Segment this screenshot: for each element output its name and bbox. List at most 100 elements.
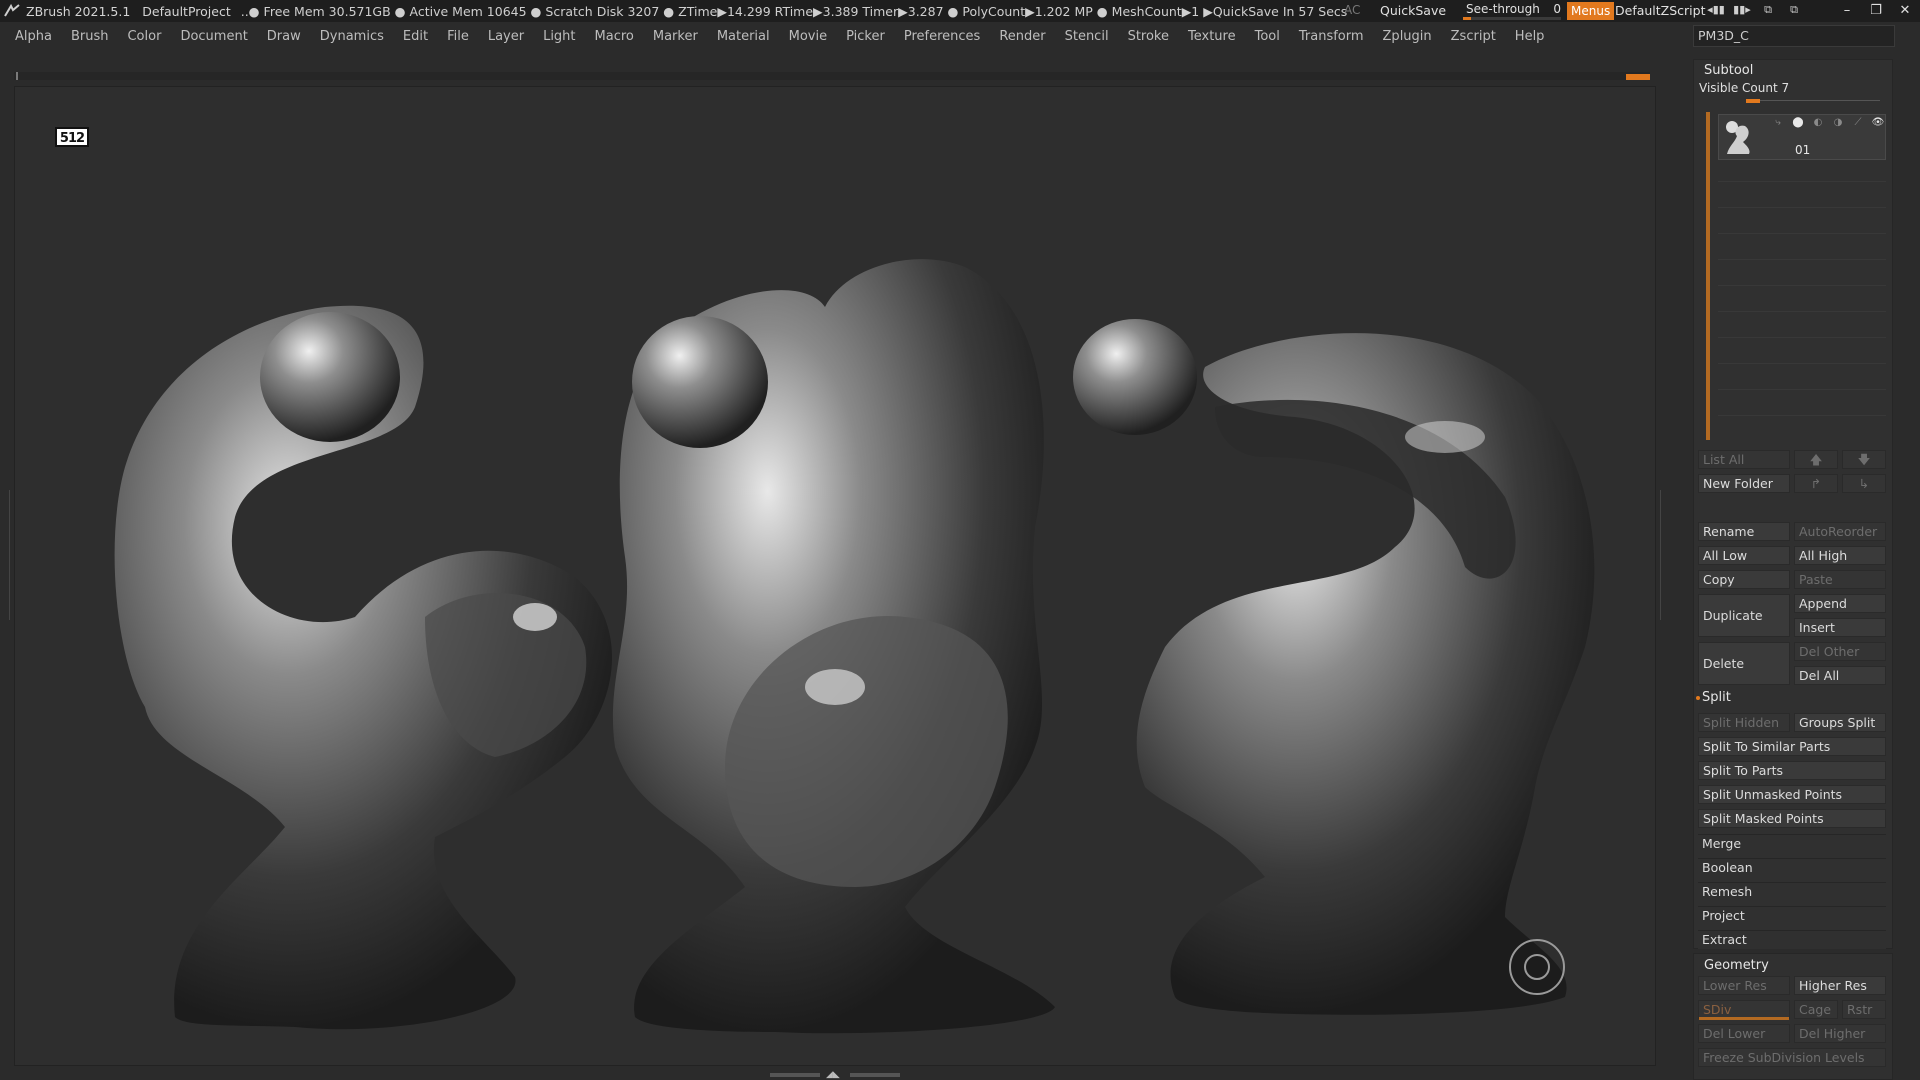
restore-icon[interactable]: ❐ — [1865, 2, 1887, 20]
subtool-title[interactable]: Subtool — [1694, 60, 1892, 80]
subtool-item-name: 01 — [1795, 143, 1811, 157]
geometry-title[interactable]: Geometry — [1694, 954, 1892, 975]
solo-toggle-icon[interactable]: ◐ — [1811, 117, 1825, 129]
menu-picker[interactable]: Picker — [843, 29, 888, 44]
split-subpalette-title[interactable]: Split — [1696, 690, 1731, 705]
menu-draw[interactable]: Draw — [264, 29, 304, 44]
rstr-button[interactable]: Rstr — [1842, 1000, 1886, 1019]
list-all-button[interactable]: List All — [1698, 450, 1790, 469]
subtool-item-01[interactable]: ⤷ ⬤ ◐ ◑ ⟋ 👁 01 — [1718, 114, 1886, 160]
layout-icons: ◂▮▮ ▮▮▸ ⧉ ⧉ — [1706, 2, 1804, 18]
active-tool-name[interactable]: PM3D_C — [1693, 25, 1895, 47]
menu-preferences[interactable]: Preferences — [901, 29, 983, 44]
del-lower-button[interactable]: Del Lower — [1698, 1024, 1790, 1043]
menu-edit[interactable]: Edit — [400, 29, 431, 44]
menu-marker[interactable]: Marker — [650, 29, 701, 44]
del-all-button[interactable]: Del All — [1794, 666, 1886, 685]
menu-light[interactable]: Light — [540, 29, 578, 44]
layout-2-icon[interactable]: ▮▮▸ — [1732, 2, 1752, 18]
insert-button[interactable]: Insert — [1794, 618, 1886, 637]
close-icon[interactable]: ✕ — [1894, 2, 1916, 20]
menu-alpha[interactable]: Alpha — [12, 29, 55, 44]
subtool-list[interactable]: ⤷ ⬤ ◐ ◑ ⟋ 👁 01 — [1702, 112, 1888, 440]
merge-subpalette[interactable]: Merge — [1698, 834, 1886, 853]
rename-button[interactable]: Rename — [1698, 522, 1790, 541]
menu-material[interactable]: Material — [714, 29, 773, 44]
move-into-folder-icon[interactable]: ↱ — [1794, 474, 1838, 493]
left-tray-toggle[interactable] — [2, 490, 10, 620]
menu-document[interactable]: Document — [177, 29, 250, 44]
expand-up-icon[interactable]: ◢◣ — [826, 1070, 840, 1080]
menu-render[interactable]: Render — [996, 29, 1048, 44]
visible-count-slider[interactable] — [1746, 99, 1760, 103]
extract-subpalette[interactable]: Extract — [1698, 930, 1886, 949]
menu-color[interactable]: Color — [124, 29, 164, 44]
subtool-scrollbar[interactable] — [1706, 112, 1710, 440]
menu-file[interactable]: File — [444, 29, 472, 44]
minimize-icon[interactable]: – — [1836, 2, 1858, 20]
freeze-subdivision-levels-button[interactable]: Freeze SubDivision Levels — [1698, 1048, 1886, 1067]
menu-tool[interactable]: Tool — [1252, 29, 1283, 44]
project-subpalette[interactable]: Project — [1698, 906, 1886, 925]
higher-res-button[interactable]: Higher Res — [1794, 976, 1886, 995]
delete-button[interactable]: Delete — [1698, 642, 1790, 685]
menus-toggle-button[interactable]: Menus — [1567, 2, 1615, 20]
menu-layer[interactable]: Layer — [485, 29, 527, 44]
split-hidden-button[interactable]: Split Hidden — [1698, 713, 1790, 732]
split-to-parts-button[interactable]: Split To Parts — [1698, 761, 1886, 780]
menu-movie[interactable]: Movie — [786, 29, 830, 44]
move-out-folder-icon[interactable]: ↳ — [1842, 474, 1886, 493]
see-through-slider[interactable]: See-through 0 — [1463, 2, 1561, 20]
del-higher-button[interactable]: Del Higher — [1794, 1024, 1886, 1043]
ac-indicator[interactable]: AC — [1344, 3, 1360, 17]
move-up-icon[interactable]: 🡅 — [1794, 450, 1838, 469]
menu-stencil[interactable]: Stencil — [1062, 29, 1112, 44]
copy-button[interactable]: Copy — [1698, 570, 1790, 589]
undock-icon[interactable]: ⧉ — [1784, 2, 1804, 18]
menu-zscript[interactable]: Zscript — [1448, 29, 1499, 44]
duplicate-button[interactable]: Duplicate — [1698, 594, 1790, 637]
dock-icon[interactable]: ⧉ — [1758, 2, 1778, 18]
shelf-orange-marker[interactable] — [1626, 74, 1650, 80]
groups-split-button[interactable]: Groups Split — [1794, 713, 1886, 732]
split-masked-points-button[interactable]: Split Masked Points — [1698, 809, 1886, 828]
menu-dynamics[interactable]: Dynamics — [317, 29, 387, 44]
del-other-button[interactable]: Del Other — [1794, 642, 1886, 661]
menu-stroke[interactable]: Stroke — [1125, 29, 1172, 44]
boolean-subpalette[interactable]: Boolean — [1698, 858, 1886, 877]
all-low-button[interactable]: All Low — [1698, 546, 1790, 565]
menu-texture[interactable]: Texture — [1185, 29, 1239, 44]
autoreorder-button[interactable]: AutoReorder — [1794, 522, 1886, 541]
dynamic-toggle-icon[interactable]: ⟋ — [1851, 117, 1865, 129]
move-down-icon[interactable]: 🡇 — [1842, 450, 1886, 469]
visibility-eye-icon[interactable]: 👁 — [1871, 117, 1885, 129]
menu-transform[interactable]: Transform — [1296, 29, 1367, 44]
append-button[interactable]: Append — [1794, 594, 1886, 613]
menu-zplugin[interactable]: Zplugin — [1380, 29, 1435, 44]
menu-macro[interactable]: Macro — [592, 29, 637, 44]
paste-button[interactable]: Paste — [1794, 570, 1886, 589]
canvas-viewport[interactable]: 512 — [14, 86, 1656, 1066]
quicksave-button[interactable]: QuickSave — [1380, 3, 1446, 18]
menu-help[interactable]: Help — [1512, 29, 1548, 44]
cage-button[interactable]: Cage — [1794, 1000, 1838, 1019]
default-zscript-button[interactable]: DefaultZScript — [1615, 3, 1706, 18]
material-toggle-icon[interactable]: ◑ — [1831, 117, 1845, 129]
polypaint-toggle-icon[interactable]: ⬤ — [1791, 117, 1805, 129]
lower-res-button[interactable]: Lower Res — [1698, 976, 1790, 995]
menu-brush[interactable]: Brush — [68, 29, 112, 44]
bottom-tray-handle[interactable]: ◢◣ — [770, 1070, 900, 1080]
brush-toggle-icon[interactable]: ⤷ — [1771, 117, 1785, 129]
layout-1-icon[interactable]: ◂▮▮ — [1706, 2, 1726, 18]
all-high-button[interactable]: All High — [1794, 546, 1886, 565]
split-to-similar-parts-button[interactable]: Split To Similar Parts — [1698, 737, 1886, 756]
right-tray-toggle[interactable] — [1660, 490, 1668, 620]
subtool-palette: Subtool Visible Count 7 ⤷ ⬤ ◐ ◑ ⟋ 👁 01 L… — [1693, 59, 1893, 949]
memory-stats: ..● Free Mem 30.571GB ● Active Mem 10645… — [240, 3, 1348, 19]
project-name[interactable]: DefaultProject — [142, 4, 230, 19]
split-unmasked-points-button[interactable]: Split Unmasked Points — [1698, 785, 1886, 804]
navigation-ring-icon[interactable] — [1509, 939, 1565, 995]
zbrush-logo-icon[interactable] — [3, 2, 21, 20]
new-folder-button[interactable]: New Folder — [1698, 474, 1790, 493]
remesh-subpalette[interactable]: Remesh — [1698, 882, 1886, 901]
